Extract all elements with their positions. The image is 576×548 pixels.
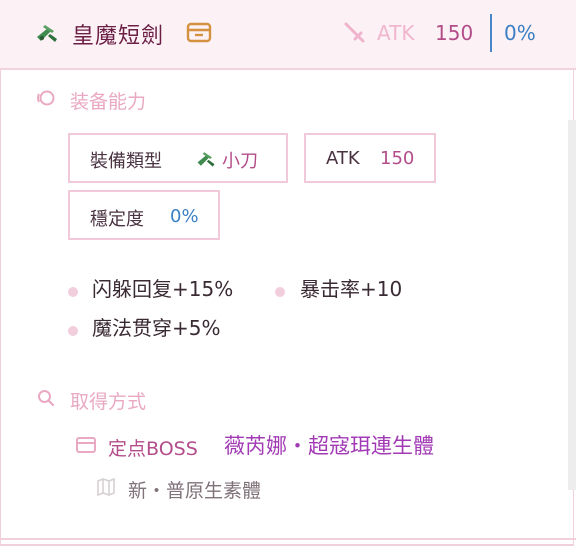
effect-bullet — [68, 287, 78, 297]
boss-card-icon — [76, 437, 96, 453]
dagger-icon — [37, 25, 57, 42]
boss-name-link[interactable]: 薇芮娜・超寇珥連生體 — [224, 430, 434, 460]
effect-bullet — [275, 287, 285, 297]
card-icon — [186, 22, 212, 43]
knife-icon — [197, 152, 215, 167]
item-panel — [0, 0, 574, 546]
sword-icon — [344, 22, 365, 43]
abilities-section-title: 装备能力 — [70, 91, 147, 113]
bottom-divider — [0, 538, 576, 540]
atk-box-label: ATK — [326, 148, 360, 169]
acquisition-section-title: 取得方式 — [70, 391, 147, 413]
scrollbar[interactable] — [568, 120, 576, 490]
atk-value: 150 — [435, 21, 474, 45]
location-link[interactable]: 新・普原生素體 — [128, 476, 261, 503]
stability-box-value: 0% — [170, 206, 199, 227]
atk-box: ATK 150 — [304, 133, 436, 183]
header-divider — [490, 14, 492, 52]
atk-box-value: 150 — [380, 148, 415, 169]
search-icon — [38, 390, 55, 407]
type-value: 小刀 — [222, 151, 258, 172]
stability-value: 0% — [504, 21, 536, 45]
map-icon — [97, 478, 115, 496]
type-label: 裝備類型 — [90, 151, 162, 172]
effect-item: 闪躲回复+15% — [92, 277, 234, 301]
effect-item: 暴击率+10 — [300, 277, 403, 301]
source-type: 定点BOSS — [108, 438, 198, 460]
effect-item: 魔法贯穿+5% — [92, 316, 221, 340]
effect-bullet — [68, 326, 78, 336]
atk-label: ATK — [377, 21, 415, 45]
stability-box: 穩定度 0% — [68, 190, 220, 240]
stability-label: 穩定度 — [90, 209, 144, 230]
item-name: 皇魔短劍 — [72, 24, 165, 49]
ability-icon — [37, 90, 55, 106]
item-header: 皇魔短劍 ATK 150 0% — [0, 0, 576, 70]
equipment-type-box: 裝備類型 小刀 — [68, 133, 288, 183]
